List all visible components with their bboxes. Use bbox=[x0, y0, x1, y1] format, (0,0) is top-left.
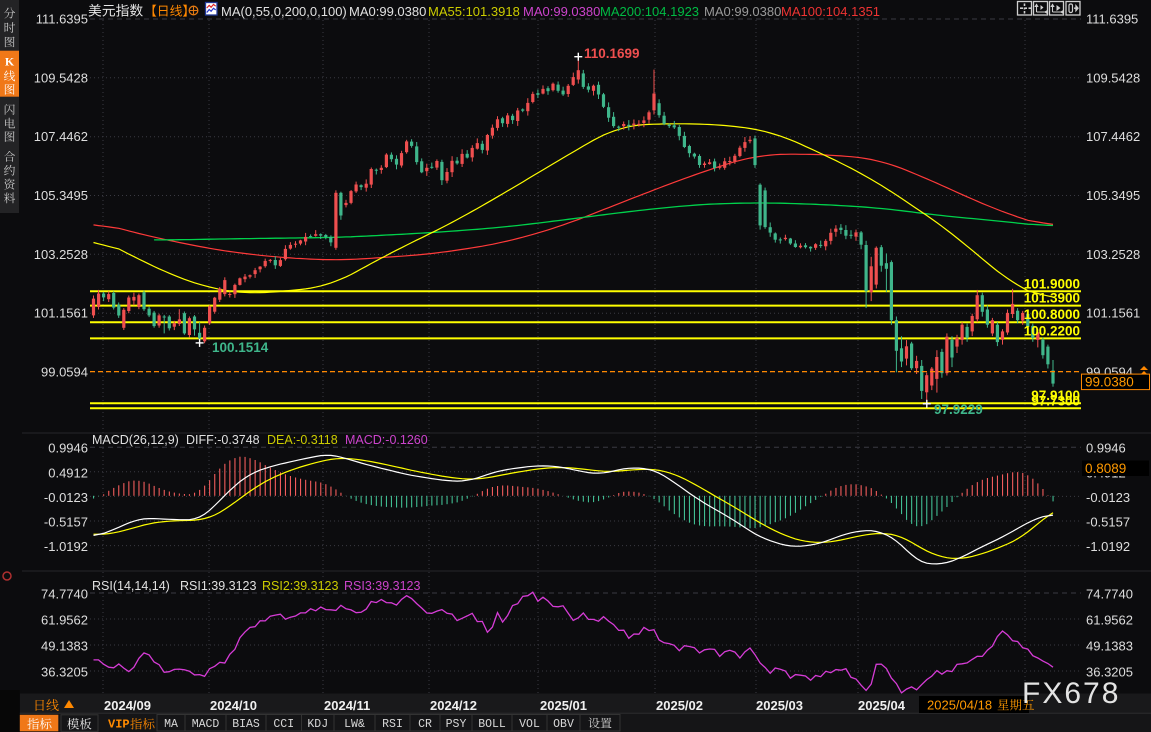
svg-text:111.6395: 111.6395 bbox=[1086, 12, 1138, 27]
svg-text:109.5428: 109.5428 bbox=[34, 70, 88, 85]
svg-text:97.7300: 97.7300 bbox=[1031, 393, 1080, 408]
svg-text:36.3205: 36.3205 bbox=[41, 664, 88, 679]
svg-text:107.4462: 107.4462 bbox=[34, 129, 88, 144]
svg-text:MA0:99.0380: MA0:99.0380 bbox=[523, 4, 600, 19]
svg-text:RSI3:39.3123: RSI3:39.3123 bbox=[344, 579, 420, 593]
svg-text:RSI2:39.3123: RSI2:39.3123 bbox=[262, 579, 338, 593]
svg-text:99.0380: 99.0380 bbox=[1085, 375, 1134, 390]
svg-text:2025/04/18: 2025/04/18 bbox=[927, 698, 992, 713]
svg-text:49.1383: 49.1383 bbox=[41, 638, 88, 653]
svg-text:-0.0123: -0.0123 bbox=[1086, 490, 1130, 505]
svg-text:2024/10: 2024/10 bbox=[210, 698, 257, 713]
svg-text:PSY: PSY bbox=[446, 718, 467, 731]
svg-text:61.9562: 61.9562 bbox=[1086, 612, 1133, 627]
svg-text:0.8089: 0.8089 bbox=[1085, 461, 1126, 476]
svg-text:MACD:-0.1260: MACD:-0.1260 bbox=[345, 433, 428, 447]
svg-text:107.4462: 107.4462 bbox=[1086, 129, 1140, 144]
svg-text:101.9000: 101.9000 bbox=[1024, 276, 1080, 291]
svg-text:2025/01: 2025/01 bbox=[540, 698, 587, 713]
svg-text:2024/11: 2024/11 bbox=[324, 698, 370, 713]
svg-text:RSI(14,14,14): RSI(14,14,14) bbox=[92, 579, 170, 593]
svg-text:105.3495: 105.3495 bbox=[34, 188, 88, 203]
svg-text:101.1561: 101.1561 bbox=[1086, 306, 1140, 321]
svg-text:49.1383: 49.1383 bbox=[1086, 638, 1133, 653]
svg-text:-0.5157: -0.5157 bbox=[1086, 515, 1130, 530]
svg-text:2025/03: 2025/03 bbox=[756, 698, 803, 713]
svg-text:MA0:99.0380: MA0:99.0380 bbox=[349, 4, 426, 19]
svg-text:103.2528: 103.2528 bbox=[1086, 247, 1140, 262]
svg-text:2024/09: 2024/09 bbox=[104, 698, 151, 713]
svg-text:MA: MA bbox=[164, 718, 178, 731]
svg-text:VIP: VIP bbox=[108, 718, 130, 732]
svg-text:2025/02: 2025/02 bbox=[656, 698, 703, 713]
svg-text:0.9946: 0.9946 bbox=[48, 441, 88, 456]
svg-text:97.9229: 97.9229 bbox=[934, 402, 983, 417]
svg-text:CCI: CCI bbox=[273, 718, 294, 731]
svg-text:-0.0123: -0.0123 bbox=[44, 490, 88, 505]
svg-text:MA200:104.1923: MA200:104.1923 bbox=[600, 4, 699, 19]
svg-text:-0.5157: -0.5157 bbox=[44, 515, 88, 530]
svg-text:MA(0,55,0,200,0,100): MA(0,55,0,200,0,100) bbox=[221, 4, 347, 19]
svg-text:RSI: RSI bbox=[382, 718, 403, 731]
svg-text:VOL: VOL bbox=[519, 718, 540, 731]
svg-text:MA100:104.1351: MA100:104.1351 bbox=[781, 4, 880, 19]
svg-text:OBV: OBV bbox=[553, 718, 574, 731]
svg-text:0.4912: 0.4912 bbox=[48, 465, 88, 480]
svg-text:0.9946: 0.9946 bbox=[1086, 441, 1126, 456]
svg-text:MA0:99.0380: MA0:99.0380 bbox=[704, 4, 781, 19]
svg-text:BIAS: BIAS bbox=[232, 718, 260, 731]
svg-text:74.7740: 74.7740 bbox=[1086, 587, 1133, 602]
svg-text:BOLL: BOLL bbox=[478, 718, 506, 731]
svg-text:K: K bbox=[5, 54, 15, 68]
svg-text:FX678: FX678 bbox=[1022, 677, 1120, 710]
svg-text:110.1699: 110.1699 bbox=[584, 46, 640, 61]
svg-text:101.3900: 101.3900 bbox=[1024, 291, 1080, 306]
svg-text:61.9562: 61.9562 bbox=[41, 612, 88, 627]
svg-text:74.7740: 74.7740 bbox=[41, 587, 88, 602]
svg-text:LW&: LW& bbox=[344, 718, 365, 731]
svg-text:DEA:-0.3118: DEA:-0.3118 bbox=[267, 433, 338, 447]
svg-text:99.0594: 99.0594 bbox=[41, 364, 88, 379]
svg-text:105.3495: 105.3495 bbox=[1086, 188, 1140, 203]
svg-text:CR: CR bbox=[418, 718, 432, 731]
svg-text:RSI1:39.3123: RSI1:39.3123 bbox=[180, 579, 256, 593]
svg-text:103.2528: 103.2528 bbox=[34, 247, 88, 262]
svg-text:2025/04: 2025/04 bbox=[858, 698, 906, 713]
svg-text:DIFF:-0.3748: DIFF:-0.3748 bbox=[186, 433, 260, 447]
svg-text:MACD(26,12,9): MACD(26,12,9) bbox=[92, 433, 179, 447]
svg-text:101.1561: 101.1561 bbox=[34, 306, 88, 321]
svg-text:2024/12: 2024/12 bbox=[430, 698, 477, 713]
svg-text:-1.0192: -1.0192 bbox=[44, 539, 88, 554]
svg-text:100.1514: 100.1514 bbox=[212, 340, 269, 355]
svg-text:KDJ: KDJ bbox=[307, 718, 328, 731]
svg-text:MA55:101.3918: MA55:101.3918 bbox=[428, 4, 520, 19]
svg-text:-1.0192: -1.0192 bbox=[1086, 539, 1130, 554]
svg-text:MACD: MACD bbox=[192, 718, 220, 731]
svg-text:100.8000: 100.8000 bbox=[1024, 307, 1080, 322]
svg-text:109.5428: 109.5428 bbox=[1086, 70, 1140, 85]
svg-text:111.6395: 111.6395 bbox=[36, 12, 88, 27]
svg-text:100.2200: 100.2200 bbox=[1024, 323, 1080, 338]
